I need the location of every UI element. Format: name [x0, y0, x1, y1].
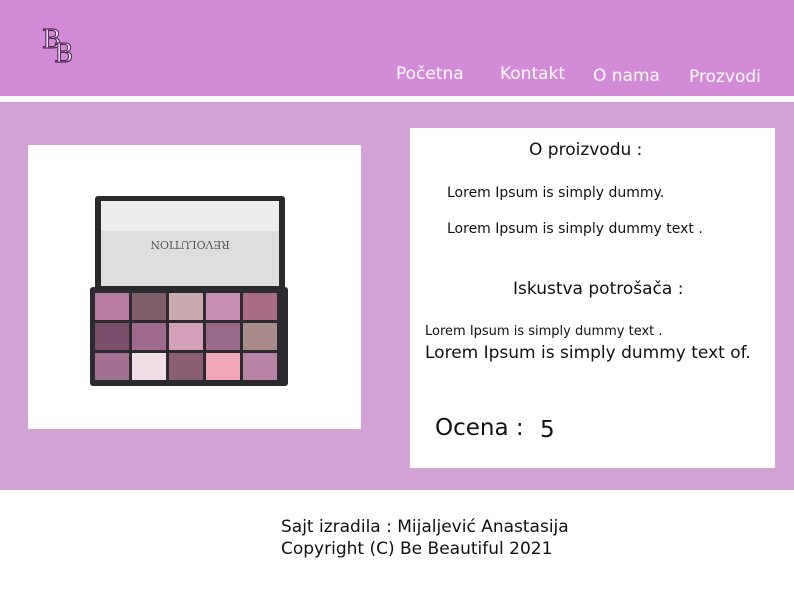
- bb-logo[interactable]: B B: [40, 22, 82, 66]
- about-title: O proizvodu :: [529, 140, 643, 160]
- about-line-1: Lorem Ipsum is simply dummy.: [447, 185, 665, 201]
- footer-copyright: Copyright (C) Be Beautiful 2021: [281, 539, 553, 559]
- rating-label: Ocena :: [435, 415, 524, 441]
- rating-value: 5: [540, 417, 555, 443]
- footer-author: Sajt izradila : Mijaljević Anastasija: [281, 517, 569, 537]
- palette-brand-text: REVOLUTION: [150, 238, 230, 251]
- svg-text:B: B: [54, 39, 73, 66]
- experience-line-1: Lorem Ipsum is simply dummy text .: [425, 324, 663, 339]
- nav-pocetna[interactable]: Početna: [396, 64, 464, 84]
- nav-o-nama[interactable]: O nama: [593, 66, 660, 86]
- eyeshadow-palette-image: REVOLUTION: [90, 196, 288, 386]
- nav-kontakt[interactable]: Kontakt: [500, 64, 565, 84]
- nav-prozvodi[interactable]: Prozvodi: [689, 67, 761, 87]
- experience-line-2: Lorem Ipsum is simply dummy text of.: [425, 343, 751, 363]
- product-info-panel: O proizvodu : Lorem Ipsum is simply dumm…: [410, 128, 775, 468]
- product-image-panel: REVOLUTION: [28, 145, 361, 429]
- about-line-2: Lorem Ipsum is simply dummy text .: [447, 221, 703, 237]
- experience-title: Iskustva potrošača :: [513, 279, 684, 299]
